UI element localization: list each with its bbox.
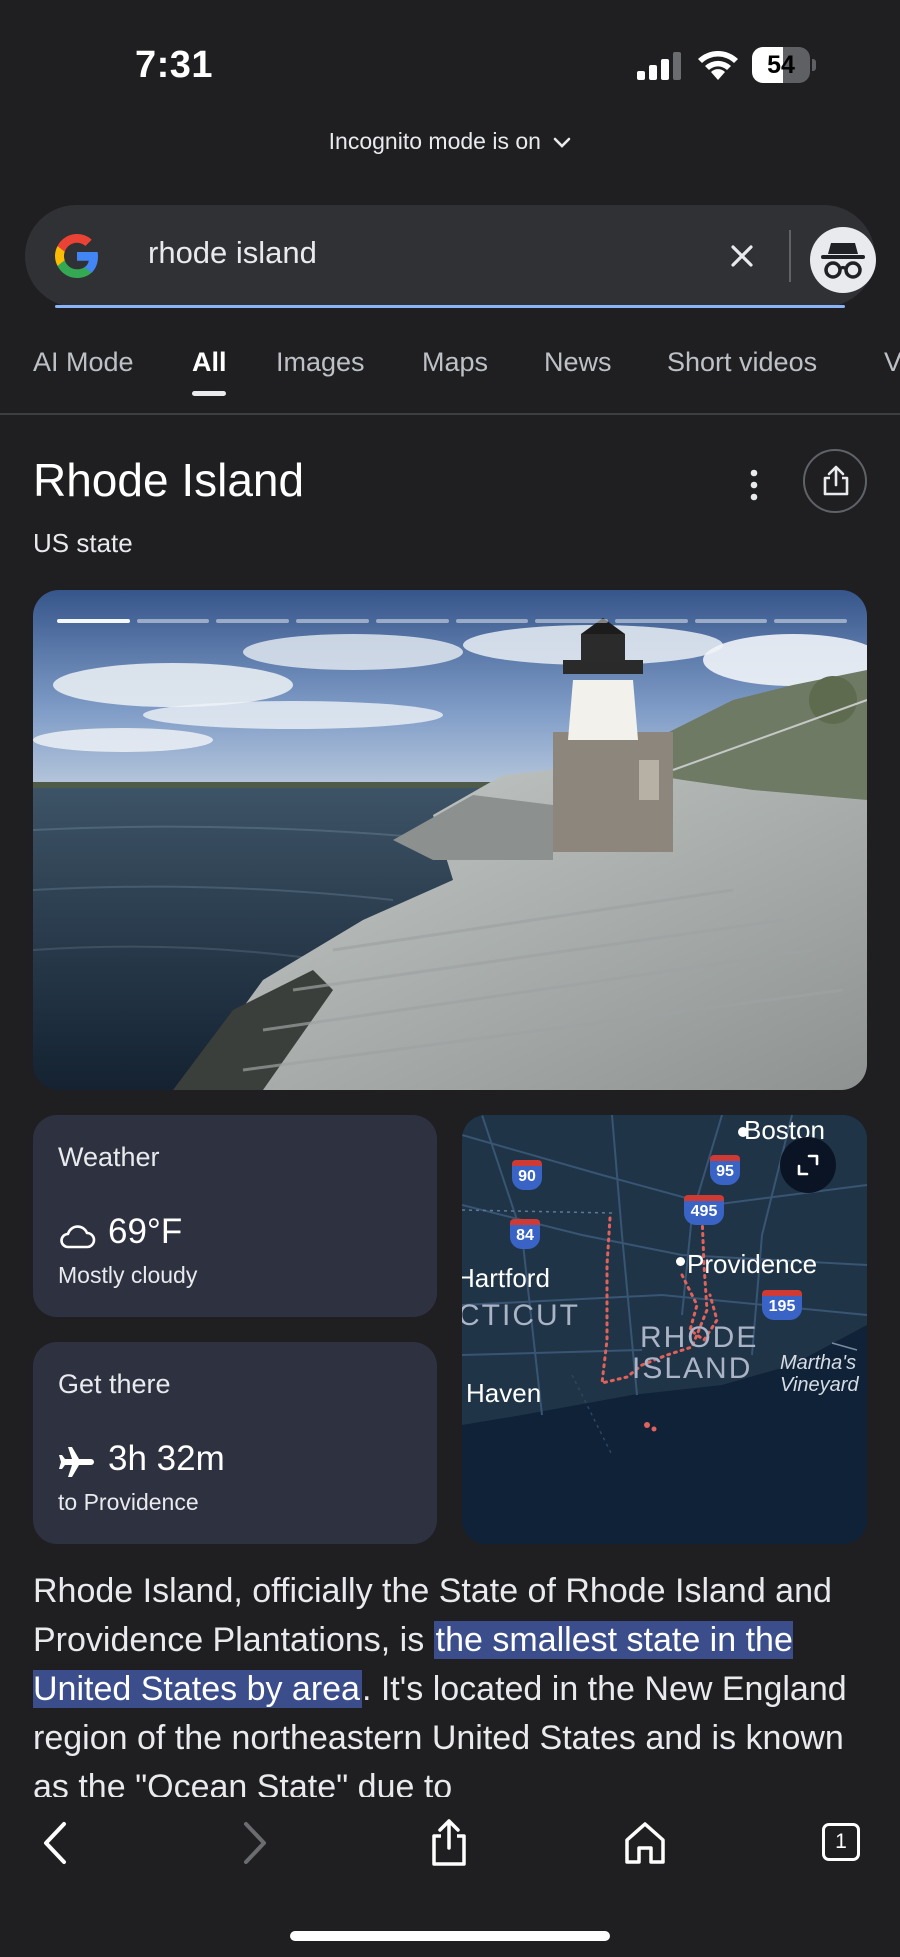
home-indicator bbox=[290, 1931, 610, 1941]
weather-title: Weather bbox=[58, 1142, 160, 1172]
lighthouse-photo bbox=[33, 590, 867, 1090]
incognito-mode-toggle[interactable]: Incognito mode is on bbox=[0, 128, 900, 155]
entity-description: Rhode Island, officially the State of Rh… bbox=[33, 1567, 873, 1797]
more-options-icon[interactable] bbox=[742, 468, 766, 502]
map-label-marthas: Martha's bbox=[780, 1352, 857, 1374]
hero-image-lighthouse[interactable] bbox=[33, 590, 867, 1090]
search-bar[interactable]: rhode island bbox=[25, 205, 876, 308]
battery-level: 54 bbox=[767, 51, 795, 79]
clear-search-icon[interactable] bbox=[725, 239, 759, 273]
share-page-icon[interactable] bbox=[426, 1818, 472, 1868]
gallery-progress-segment bbox=[774, 619, 848, 623]
map-label-vineyard: Vineyard bbox=[780, 1374, 859, 1396]
map-label-rhode: RHODE bbox=[640, 1321, 759, 1354]
search-divider bbox=[789, 230, 791, 282]
map-label-island: ISLAND bbox=[632, 1352, 753, 1385]
tab-switcher-button[interactable]: 1 bbox=[822, 1823, 860, 1861]
gallery-progress-segment bbox=[136, 619, 210, 623]
gallery-progress-segment bbox=[455, 619, 529, 623]
entity-title: Rhode Island bbox=[33, 454, 305, 506]
gallery-progress-segment bbox=[296, 619, 369, 623]
interstate-95-shield: 95 bbox=[710, 1155, 740, 1185]
forward-icon[interactable] bbox=[230, 1818, 276, 1868]
get-there-title: Get there bbox=[58, 1369, 171, 1399]
gallery-progress-segment bbox=[375, 619, 449, 623]
weather-condition: Mostly cloudy bbox=[58, 1262, 198, 1288]
map-label-providence: Providence bbox=[687, 1249, 818, 1279]
gallery-progress-segment bbox=[694, 619, 768, 623]
tab-ai-mode[interactable]: AI Mode bbox=[33, 347, 134, 378]
gallery-progress-segment bbox=[535, 619, 608, 623]
status-bar: 7:31 54 bbox=[0, 0, 900, 120]
plane-icon bbox=[59, 1447, 94, 1477]
travel-duration: 3h 32m bbox=[108, 1439, 225, 1478]
chevron-down-icon bbox=[554, 137, 571, 148]
tab-images[interactable]: Images bbox=[276, 347, 365, 378]
interstate-195-shield: 195 bbox=[762, 1290, 802, 1320]
tab-short-videos[interactable]: Short videos bbox=[667, 347, 817, 378]
map-label-connecticut: CTICUT bbox=[462, 1299, 580, 1332]
share-icon bbox=[823, 465, 849, 496]
active-tab-indicator bbox=[192, 391, 226, 396]
interstate-90-shield: 90 bbox=[512, 1160, 542, 1190]
incognito-icon bbox=[821, 243, 865, 279]
tabs-divider bbox=[0, 413, 900, 415]
interstate-84-shield: 84 bbox=[510, 1219, 540, 1249]
gallery-progress-segment bbox=[614, 619, 688, 623]
expand-icon bbox=[797, 1154, 819, 1176]
search-tabs: AI Mode All Images Maps News Short video… bbox=[0, 343, 900, 413]
incognito-label: Incognito mode is on bbox=[328, 128, 541, 154]
wifi-icon bbox=[698, 51, 738, 80]
expand-map-button[interactable] bbox=[780, 1137, 836, 1193]
tab-videos[interactable]: V bbox=[884, 347, 900, 378]
status-time: 7:31 bbox=[135, 44, 214, 86]
map-thumbnail[interactable]: Boston Providence Hartford CTICUT RHODE … bbox=[462, 1115, 867, 1544]
gallery-progress-segment bbox=[57, 619, 130, 623]
home-icon[interactable] bbox=[622, 1818, 668, 1868]
cellular-signal-icon bbox=[637, 52, 681, 80]
incognito-account-button[interactable] bbox=[810, 227, 876, 293]
search-input[interactable]: rhode island bbox=[148, 235, 317, 271]
get-there-card[interactable]: Get there 3h 32m to Providence bbox=[33, 1342, 437, 1544]
boston-marker-dot bbox=[738, 1127, 748, 1137]
travel-destination: to Providence bbox=[58, 1489, 199, 1515]
gallery-progress bbox=[57, 619, 848, 623]
back-icon[interactable] bbox=[34, 1818, 80, 1868]
weather-temperature: 69°F bbox=[108, 1212, 183, 1251]
tab-maps[interactable]: Maps bbox=[422, 347, 488, 378]
entity-subtitle: US state bbox=[33, 528, 133, 558]
tab-all[interactable]: All bbox=[192, 347, 227, 378]
cloud-icon bbox=[60, 1225, 96, 1249]
battery-icon: 54 bbox=[752, 47, 816, 83]
tab-news[interactable]: News bbox=[544, 347, 612, 378]
map-label-haven: Haven bbox=[466, 1378, 542, 1408]
gallery-progress-segment bbox=[216, 619, 290, 623]
map-label-hartford: Hartford bbox=[462, 1263, 550, 1293]
weather-card[interactable]: Weather 69°F Mostly cloudy bbox=[33, 1115, 437, 1317]
interstate-495-shield: 495 bbox=[684, 1195, 724, 1225]
share-button[interactable] bbox=[803, 449, 867, 513]
google-logo-icon bbox=[55, 234, 98, 278]
providence-marker-dot bbox=[676, 1257, 685, 1266]
